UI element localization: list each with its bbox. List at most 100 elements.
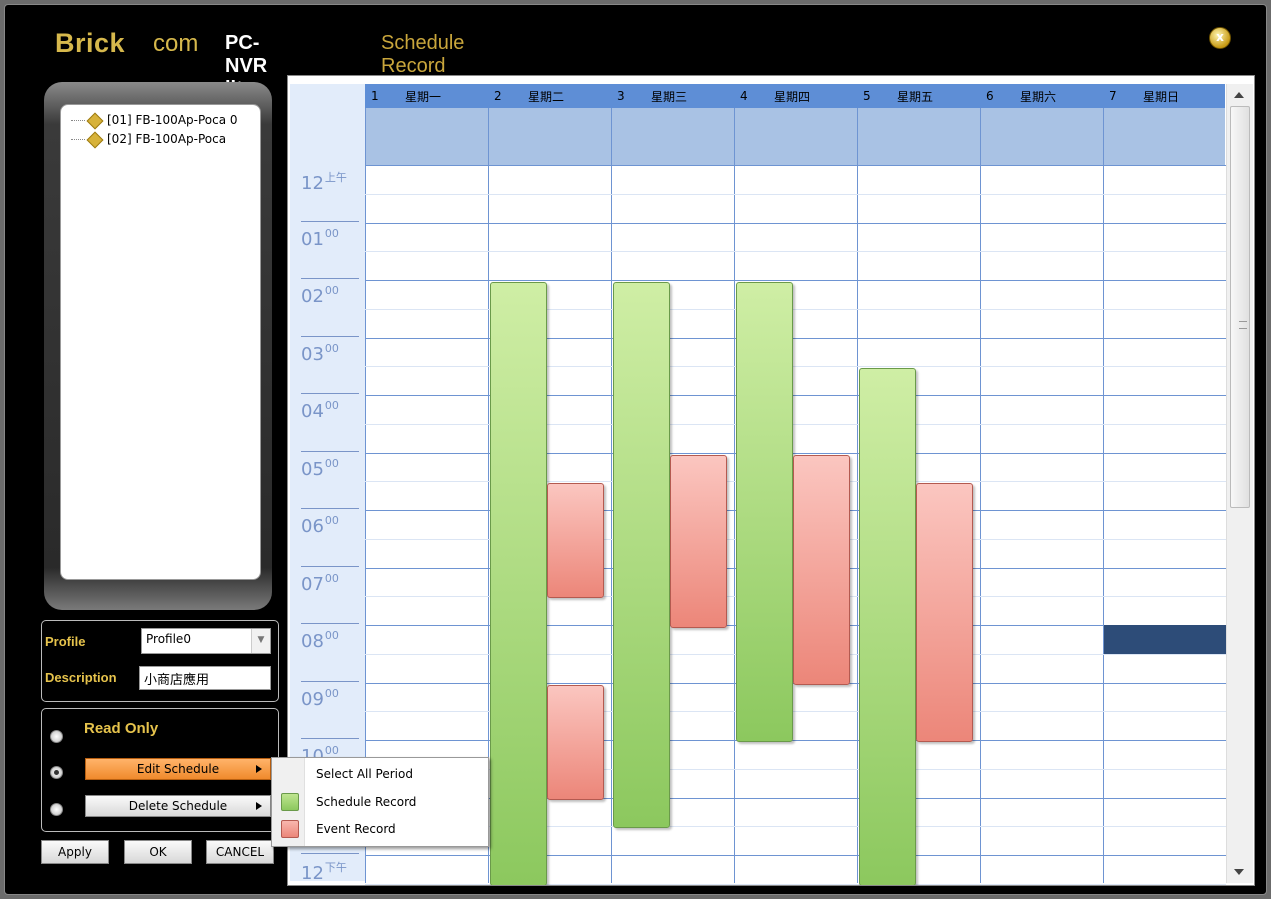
tree-item-camera-02[interactable]: [02] FB-100Ap-Poca bbox=[71, 131, 227, 148]
day-header-bar: 1 星期一 2 星期二 3 星期三 4 星期四 5 星期五 6 星期六 7 星期日 bbox=[365, 84, 1225, 108]
event-record-block[interactable] bbox=[547, 685, 604, 800]
hour-suffix: 下午 bbox=[324, 861, 347, 874]
camera-tree[interactable]: [01] FB-100Ap-Poca 0 [02] FB-100Ap-Poca bbox=[60, 104, 261, 580]
day-header-6: 6 星期六 bbox=[980, 84, 1103, 108]
tree-connector bbox=[71, 120, 85, 121]
column-divider bbox=[857, 108, 858, 883]
cancel-button[interactable]: CANCEL bbox=[206, 840, 274, 864]
brand-logo-com: com bbox=[153, 30, 199, 57]
close-icon[interactable]: x bbox=[1209, 27, 1231, 49]
all-day-row[interactable] bbox=[365, 108, 1225, 165]
delete-schedule-radio[interactable] bbox=[50, 803, 63, 816]
tree-item-label: [02] FB-100Ap-Poca bbox=[107, 132, 227, 146]
tree-item-camera-01[interactable]: [01] FB-100Ap-Poca 0 bbox=[71, 112, 238, 129]
hour-number: 06 bbox=[301, 516, 324, 537]
scroll-thumb[interactable] bbox=[1230, 106, 1250, 508]
hour-underline bbox=[301, 681, 359, 682]
row-divider bbox=[365, 223, 1226, 224]
hour-label: 12上午 bbox=[301, 169, 347, 194]
ok-button[interactable]: OK bbox=[124, 840, 192, 864]
hour-suffix: 00 bbox=[324, 572, 339, 585]
day-header-3: 3 星期三 bbox=[611, 84, 734, 108]
apply-button[interactable]: Apply bbox=[41, 840, 109, 864]
hour-number: 09 bbox=[301, 689, 324, 710]
hour-label: 12下午 bbox=[301, 859, 347, 884]
scroll-up-icon[interactable] bbox=[1234, 92, 1244, 98]
hour-suffix: 00 bbox=[324, 227, 339, 240]
hour-number: 01 bbox=[301, 229, 324, 250]
context-menu: Select All Period Schedule Record Event … bbox=[271, 757, 489, 847]
day-number: 3 bbox=[617, 89, 625, 103]
hour-suffix: 00 bbox=[324, 342, 339, 355]
hour-underline bbox=[301, 738, 359, 739]
event-record-block[interactable] bbox=[793, 455, 850, 685]
hour-suffix: 上午 bbox=[324, 171, 347, 184]
edit-schedule-button[interactable]: Edit Schedule bbox=[85, 758, 271, 780]
profile-label: Profile bbox=[45, 634, 86, 649]
hour-label: 0400 bbox=[301, 399, 339, 422]
description-field[interactable]: 小商店應用 bbox=[139, 666, 271, 690]
event-record-block[interactable] bbox=[916, 483, 973, 742]
submenu-arrow-icon bbox=[256, 802, 262, 810]
hour-underline bbox=[301, 508, 359, 509]
profile-select[interactable]: Profile0 ▼ bbox=[141, 628, 271, 654]
read-only-radio[interactable] bbox=[50, 730, 63, 743]
hour-number: 08 bbox=[301, 631, 324, 652]
hour-underline bbox=[301, 221, 359, 222]
row-divider bbox=[365, 194, 1226, 195]
hour-label: 0300 bbox=[301, 342, 339, 365]
delete-schedule-label: Delete Schedule bbox=[128, 799, 228, 813]
edit-schedule-label: Edit Schedule bbox=[136, 762, 220, 776]
day-name: 星期一 bbox=[405, 90, 442, 104]
day-name: 星期六 bbox=[1020, 90, 1057, 104]
hour-number: 03 bbox=[301, 344, 324, 365]
menu-item-event-record[interactable]: Event Record bbox=[272, 816, 488, 842]
day-number: 7 bbox=[1109, 89, 1117, 103]
day-name: 星期四 bbox=[774, 90, 811, 104]
menu-item-select-all[interactable]: Select All Period bbox=[272, 761, 488, 787]
camera-icon bbox=[86, 131, 104, 148]
day-header-5: 5 星期五 bbox=[857, 84, 980, 108]
schedule-record-block[interactable] bbox=[490, 282, 547, 885]
tree-item-label: [01] FB-100Ap-Poca 0 bbox=[107, 113, 238, 127]
selected-time-slot[interactable] bbox=[1104, 625, 1226, 654]
hour-suffix: 00 bbox=[324, 514, 339, 527]
menu-item-label: Event Record bbox=[316, 822, 396, 836]
day-number: 6 bbox=[986, 89, 994, 103]
hour-label: 0500 bbox=[301, 457, 339, 480]
menu-item-schedule-record[interactable]: Schedule Record bbox=[272, 789, 488, 815]
hour-suffix: 00 bbox=[324, 284, 339, 297]
chevron-down-icon[interactable]: ▼ bbox=[251, 629, 270, 653]
hour-underline bbox=[301, 278, 359, 279]
scroll-down-icon[interactable] bbox=[1234, 869, 1244, 875]
vertical-scrollbar[interactable] bbox=[1226, 84, 1253, 883]
delete-schedule-button[interactable]: Delete Schedule bbox=[85, 795, 271, 817]
column-divider bbox=[734, 108, 735, 883]
hour-label: 0800 bbox=[301, 629, 339, 652]
hour-underline bbox=[301, 336, 359, 337]
event-record-block[interactable] bbox=[670, 455, 727, 628]
hour-suffix: 00 bbox=[324, 744, 339, 757]
event-record-block[interactable] bbox=[547, 483, 604, 598]
hour-number: 02 bbox=[301, 286, 324, 307]
hour-label: 0600 bbox=[301, 514, 339, 537]
hour-label: 0700 bbox=[301, 572, 339, 595]
edit-schedule-radio[interactable] bbox=[50, 766, 63, 779]
hour-suffix: 00 bbox=[324, 687, 339, 700]
schedule-record-block[interactable] bbox=[736, 282, 793, 742]
hour-underline bbox=[301, 623, 359, 624]
submenu-arrow-icon bbox=[256, 765, 262, 773]
day-number: 2 bbox=[494, 89, 502, 103]
day-header-2: 2 星期二 bbox=[488, 84, 611, 108]
hour-suffix: 00 bbox=[324, 457, 339, 470]
grip-icon bbox=[1239, 321, 1247, 329]
description-label: Description bbox=[45, 670, 117, 685]
schedule-record-block[interactable] bbox=[859, 368, 916, 885]
hour-number: 04 bbox=[301, 401, 324, 422]
hour-number: 12 bbox=[301, 863, 324, 884]
column-divider bbox=[611, 108, 612, 883]
hour-underline bbox=[301, 853, 359, 854]
schedule-record-block[interactable] bbox=[613, 282, 670, 828]
column-divider bbox=[1103, 108, 1104, 883]
hour-number: 12 bbox=[301, 173, 324, 194]
